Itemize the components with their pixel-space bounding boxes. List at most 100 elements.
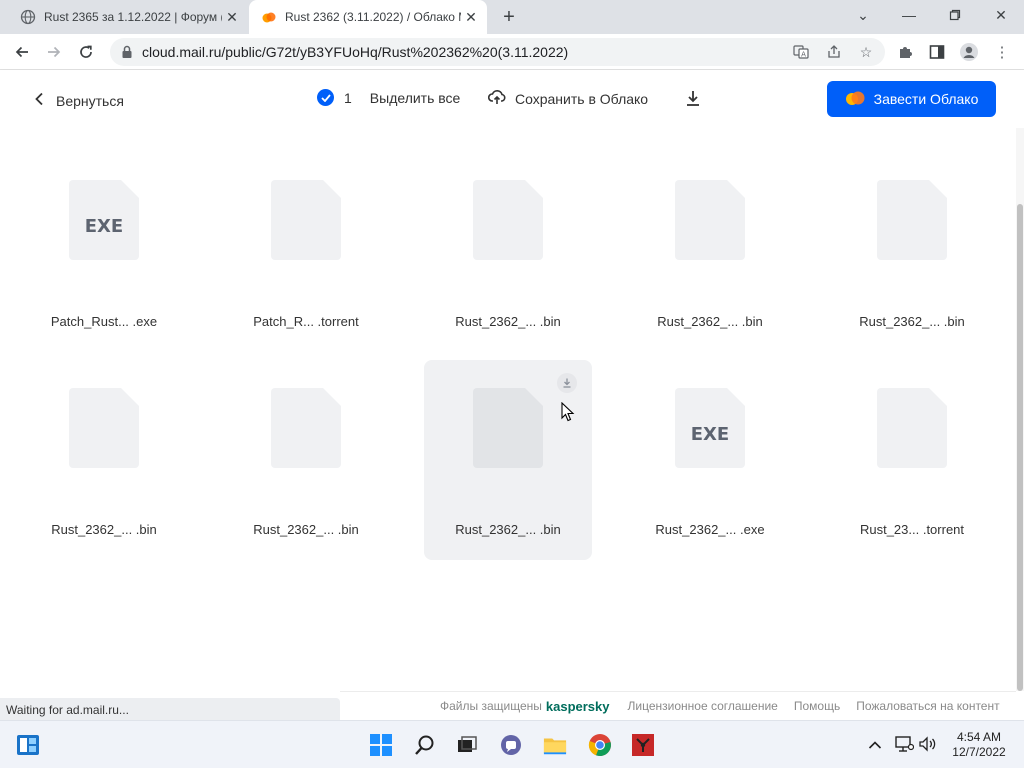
file-badge: EXE xyxy=(691,424,729,445)
tab-cloud-mail[interactable]: Rust 2362 (3.11.2022) / Облако М ✕ xyxy=(249,0,487,34)
file-tile[interactable]: Patch_R... .torrent xyxy=(222,152,390,352)
file-name: Rust_2362_... .bin xyxy=(657,314,763,329)
license-link[interactable]: Лицензионное соглашение xyxy=(628,699,778,713)
close-tab-icon[interactable]: ✕ xyxy=(461,7,481,27)
download-icon[interactable] xyxy=(684,89,702,107)
file-icon xyxy=(473,180,543,260)
page-footer: Файлы защищены kaspersky Лицензионное со… xyxy=(340,691,1016,720)
check-circle-icon xyxy=(317,89,334,106)
get-cloud-button[interactable]: Завести Облако xyxy=(827,81,996,117)
selected-count: 1 xyxy=(344,89,352,106)
file-name: Rust_2362_... .bin xyxy=(455,522,561,537)
file-tile[interactable]: Rust_2362_... .bin xyxy=(222,360,390,560)
file-grid: EXE Patch_Rust... .exe Patch_R... .torre… xyxy=(0,128,1016,691)
tab-title: Rust 2362 (3.11.2022) / Облако М xyxy=(285,10,461,24)
file-icon xyxy=(675,180,745,260)
file-icon xyxy=(271,180,341,260)
file-name: Patch_R... .torrent xyxy=(253,314,359,329)
file-icon xyxy=(877,180,947,260)
scrollbar-thumb[interactable] xyxy=(1017,204,1023,691)
save-to-cloud-button[interactable]: Сохранить в Облако xyxy=(487,89,649,108)
file-explorer-icon[interactable] xyxy=(543,733,567,757)
file-name: Rust_2362_... .bin xyxy=(859,314,965,329)
file-name: Rust_2362_... .exe xyxy=(655,522,765,537)
taskbar-clock[interactable]: 4:54 AM 12/7/2022 xyxy=(940,730,1018,760)
kaspersky-logo[interactable]: kaspersky xyxy=(546,699,610,714)
select-all-button[interactable]: 1 Выделить все xyxy=(317,89,460,106)
teams-chat-icon[interactable] xyxy=(499,733,523,757)
tile-download-icon[interactable] xyxy=(557,373,577,393)
search-icon[interactable] xyxy=(413,733,437,757)
get-cloud-label: Завести Облако xyxy=(873,91,979,107)
bookmark-star-icon[interactable]: ☆ xyxy=(858,44,874,60)
file-tile[interactable]: Rust_23... .torrent xyxy=(828,360,996,560)
svg-text:A: A xyxy=(801,51,806,59)
browser-tab-strip: Rust 2365 за 1.12.2022 | Форум ( ✕ Rust … xyxy=(0,0,1024,34)
mouse-cursor-icon xyxy=(561,401,575,427)
file-name: Rust_2362_... .bin xyxy=(455,314,561,329)
forward-arrow-icon[interactable] xyxy=(42,40,66,64)
tab-title: Rust 2365 за 1.12.2022 | Форум ( xyxy=(44,10,222,24)
select-all-label: Выделить все xyxy=(369,89,461,106)
file-tile-hovered[interactable]: Rust_2362_... .bin xyxy=(424,360,592,560)
chevron-left-icon xyxy=(34,90,44,111)
url-text: cloud.mail.ru/public/G72t/yB3YFUoHq/Rust… xyxy=(142,44,569,60)
tab-forum[interactable]: Rust 2365 за 1.12.2022 | Форум ( ✕ xyxy=(8,0,248,34)
file-name: Rust_23... .torrent xyxy=(859,522,965,537)
file-name: Patch_Rust... .exe xyxy=(50,314,158,329)
back-button[interactable]: Вернуться xyxy=(34,90,124,111)
file-badge: EXE xyxy=(85,216,123,237)
new-tab-button[interactable]: + xyxy=(498,6,520,28)
exe-file-icon: EXE xyxy=(675,388,745,468)
reload-icon[interactable] xyxy=(74,40,98,64)
file-icon xyxy=(877,388,947,468)
app-red-icon[interactable] xyxy=(631,733,655,757)
file-tile[interactable]: Rust_2362_... .bin xyxy=(20,360,188,560)
mail-cloud-favicon-icon xyxy=(261,9,277,25)
file-tile[interactable]: EXE Rust_2362_... .exe xyxy=(626,360,794,560)
share-icon[interactable] xyxy=(826,44,842,60)
extensions-puzzle-icon[interactable] xyxy=(895,42,915,62)
clock-date: 12/7/2022 xyxy=(952,745,1006,759)
profile-avatar-icon[interactable] xyxy=(959,42,979,62)
file-tile[interactable]: Rust_2362_... .bin xyxy=(626,152,794,352)
chrome-icon[interactable] xyxy=(588,733,612,757)
tab-search-icon[interactable]: ⌄ xyxy=(840,0,886,30)
close-tab-icon[interactable]: ✕ xyxy=(222,7,242,27)
volume-icon[interactable] xyxy=(918,735,938,756)
restore-button[interactable] xyxy=(932,0,978,30)
file-icon xyxy=(69,388,139,468)
browser-toolbar: cloud.mail.ru/public/G72t/yB3YFUoHq/Rust… xyxy=(0,34,1024,70)
task-view-icon[interactable] xyxy=(455,733,479,757)
close-window-button[interactable]: ✕ xyxy=(978,0,1024,30)
address-bar[interactable]: cloud.mail.ru/public/G72t/yB3YFUoHq/Rust… xyxy=(110,38,885,66)
save-to-cloud-label: Сохранить в Облако xyxy=(515,90,649,107)
back-arrow-icon[interactable] xyxy=(10,40,34,64)
globe-icon xyxy=(20,9,36,25)
file-icon xyxy=(271,388,341,468)
translate-icon[interactable]: A xyxy=(793,44,809,60)
file-tile[interactable]: Rust_2362_... .bin xyxy=(424,152,592,352)
chevron-up-icon[interactable] xyxy=(868,737,882,753)
start-windows-icon[interactable] xyxy=(369,733,393,757)
file-tile[interactable]: EXE Patch_Rust... .exe xyxy=(20,152,188,352)
minimize-button[interactable]: — xyxy=(886,0,932,30)
files-protected-label: Файлы защищены xyxy=(440,699,542,713)
network-icon[interactable] xyxy=(894,735,915,756)
clock-time: 4:54 AM xyxy=(956,730,1002,744)
cloud-header: Вернуться 1 Выделить все Сохранить в Обл… xyxy=(0,70,1024,128)
back-label: Вернуться xyxy=(56,92,124,109)
report-content-link[interactable]: Пожаловаться на контент xyxy=(856,699,999,713)
cloud-upload-icon xyxy=(487,89,506,108)
help-link[interactable]: Помощь xyxy=(794,699,840,713)
lock-icon[interactable] xyxy=(121,45,133,64)
browser-status-text: Waiting for ad.mail.ru... xyxy=(0,698,340,720)
widgets-icon[interactable] xyxy=(16,733,40,757)
exe-file-icon: EXE xyxy=(69,180,139,260)
more-menu-icon[interactable]: ⋮ xyxy=(992,42,1012,62)
file-name: Rust_2362_... .bin xyxy=(51,522,157,537)
side-panel-icon[interactable] xyxy=(927,42,947,62)
file-tile[interactable]: Rust_2362_... .bin xyxy=(828,152,996,352)
windows-taskbar: 4:54 AM 12/7/2022 xyxy=(0,720,1024,768)
file-name: Rust_2362_... .bin xyxy=(253,522,359,537)
